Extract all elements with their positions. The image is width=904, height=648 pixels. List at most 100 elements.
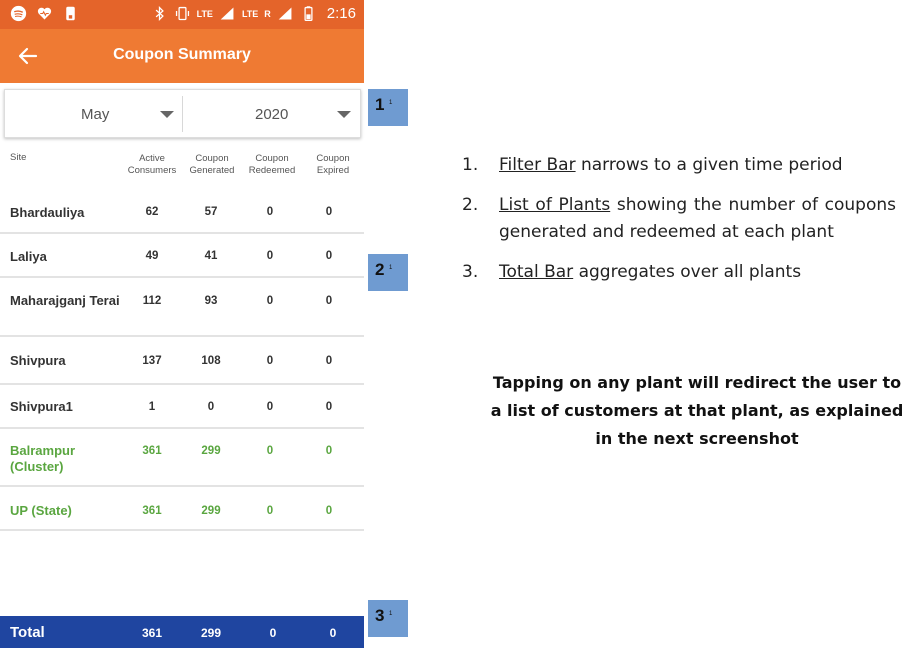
total-coupon-generated: 299	[200, 626, 222, 640]
item-number: 3.	[462, 262, 479, 282]
table-row[interactable]: Shivpura 137 108 0 0	[0, 337, 364, 385]
table-row[interactable]: Balrampur (Cluster) 361 299 0 0	[0, 429, 364, 487]
item-term: Total Bar	[499, 262, 574, 282]
page-title: Coupon Summary	[113, 46, 251, 63]
column-header-active-consumers: Active Consumers	[122, 153, 182, 177]
heart-icon	[37, 7, 52, 20]
active-consumers: 112	[142, 295, 162, 307]
total-coupon-expired: 0	[329, 626, 337, 640]
lte-label: LTE	[241, 8, 259, 19]
callout-marker-1: 1 1	[368, 89, 408, 126]
column-header-coupon-expired: Coupon Expired	[305, 153, 361, 177]
marker-superscript: 1	[389, 611, 393, 617]
chevron-down-icon	[337, 111, 351, 118]
table-row[interactable]: Bhardauliya 62 57 0 0	[0, 190, 364, 234]
vibrate-icon	[175, 6, 189, 21]
column-header-line: Redeemed	[248, 165, 296, 176]
signal-icon	[220, 7, 234, 20]
roaming-label: R	[264, 8, 271, 19]
coupon-generated: 57	[204, 206, 218, 218]
tapping-note: Tapping on any plant will redirect the u…	[490, 373, 904, 448]
table-row[interactable]: Maharajganj Terai 112 93 0 0	[0, 278, 364, 337]
signal-icon	[278, 7, 292, 20]
explanation-item: 3. Total Bar aggregates over all plants	[462, 259, 896, 286]
table-row[interactable]: Laliya 49 41 0 0	[0, 234, 364, 278]
site-name: Laliya	[10, 249, 47, 264]
table-header: Site Active Consumers Coupon Generated C…	[0, 146, 364, 188]
total-label: Total	[10, 624, 45, 641]
coupon-redeemed: 0	[266, 401, 274, 413]
column-header-line: Consumers	[127, 165, 177, 176]
coupon-generated: 0	[207, 401, 215, 413]
explanation-list: 1. Filter Bar narrows to a given time pe…	[462, 152, 896, 299]
coupon-expired: 0	[325, 355, 333, 367]
item-text: narrows to a given time period	[575, 155, 843, 175]
coupon-redeemed: 0	[266, 206, 274, 218]
site-name: Shivpura1	[10, 399, 73, 414]
total-active-consumers: 361	[141, 626, 163, 640]
coupon-redeemed: 0	[266, 505, 274, 517]
active-consumers: 137	[142, 355, 162, 367]
column-header-label: Site	[10, 152, 27, 163]
site-name: Balrampur (Cluster)	[10, 443, 76, 474]
site-name: Bhardauliya	[10, 205, 85, 220]
column-header-coupon-generated: Coupon Generated	[184, 153, 240, 177]
coupon-redeemed: 0	[266, 445, 274, 457]
year-select[interactable]: 2020	[183, 90, 361, 137]
active-consumers: 361	[142, 505, 162, 517]
item-text: aggregates over all plants	[573, 262, 802, 282]
volte-label: LTE	[196, 8, 213, 19]
table-row[interactable]: UP (State) 361 299 0 0	[0, 487, 364, 531]
phone-icon	[66, 6, 75, 21]
battery-icon	[304, 6, 313, 21]
active-consumers: 62	[145, 206, 159, 218]
marker-number: 2	[375, 260, 385, 279]
column-header-line: Coupon	[195, 153, 229, 164]
item-number: 1.	[462, 155, 479, 175]
phone-screen: LTE LTE R 2:16 Coupon Summary May 2020 S…	[0, 0, 364, 648]
coupon-generated: 299	[201, 445, 221, 457]
item-term: List of Plants	[499, 195, 611, 215]
explanation-item: 2. List of Plants showing the number of …	[462, 192, 896, 246]
column-header-line: Coupon	[316, 153, 350, 164]
coupon-generated: 108	[201, 355, 221, 367]
site-name: Shivpura	[10, 353, 66, 368]
coupon-redeemed: 0	[266, 295, 274, 307]
year-value: 2020	[255, 106, 289, 123]
spotify-icon	[10, 5, 27, 22]
marker-number: 1	[375, 95, 385, 114]
chevron-down-icon	[160, 111, 174, 118]
column-header-coupon-redeemed: Coupon Redeemed	[244, 153, 300, 177]
item-number: 2.	[462, 195, 479, 215]
month-select[interactable]: May	[5, 90, 182, 137]
coupon-expired: 0	[325, 505, 333, 517]
coupon-generated: 41	[204, 250, 218, 262]
month-value: May	[81, 106, 110, 123]
status-bar: LTE LTE R 2:16	[0, 0, 364, 29]
site-name: UP (State)	[10, 503, 72, 518]
row-divider	[0, 529, 364, 531]
marker-superscript: 1	[389, 100, 393, 106]
coupon-expired: 0	[325, 445, 333, 457]
coupon-redeemed: 0	[266, 355, 274, 367]
coupon-generated: 93	[204, 295, 218, 307]
total-bar: Total 361 299 0 0	[0, 616, 364, 648]
app-bar: Coupon Summary	[0, 29, 364, 83]
coupon-expired: 0	[325, 206, 333, 218]
item-term: Filter Bar	[499, 155, 576, 175]
coupon-expired: 0	[325, 295, 333, 307]
active-consumers: 1	[148, 401, 156, 413]
callout-marker-3: 3 1	[368, 600, 408, 637]
clock: 2:16	[326, 5, 356, 22]
total-coupon-redeemed: 0	[269, 626, 277, 640]
column-header-line: Active	[139, 153, 165, 164]
bluetooth-icon	[155, 6, 164, 21]
site-name: Maharajganj Terai	[10, 293, 120, 308]
filter-bar: May 2020	[4, 89, 361, 138]
marker-superscript: 1	[389, 265, 393, 271]
coupon-expired: 0	[325, 250, 333, 262]
active-consumers: 49	[145, 250, 159, 262]
column-header-line: Generated	[189, 165, 235, 176]
column-header-line: Coupon	[255, 153, 289, 164]
table-row[interactable]: Shivpura1 1 0 0 0	[0, 385, 364, 429]
